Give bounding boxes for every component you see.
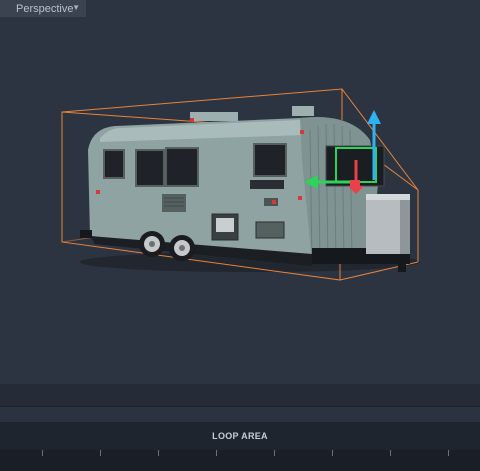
view-mode-label: Perspective [16,2,74,15]
timeline-tick [332,450,333,456]
y-axis-arrow-icon[interactable] [367,110,381,124]
timeline-tick [42,450,43,456]
viewport-bottom-bar [0,384,480,406]
timeline-tick [448,450,449,456]
timeline-tick [158,450,159,456]
loop-area-label: LOOP AREA [212,431,268,441]
timeline-tick [216,450,217,456]
timeline-tick [390,450,391,456]
timeline-tick [100,450,101,456]
caret-down-icon: ▼ [72,3,80,12]
timeline-header [0,406,480,423]
scene-canvas[interactable] [0,0,480,384]
timeline-tick [274,450,275,456]
timeline-ruler[interactable] [0,450,480,471]
3d-viewport[interactable]: Perspective ▼ [0,0,480,384]
loop-area-bar[interactable]: LOOP AREA [0,422,480,450]
view-mode-dropdown[interactable]: Perspective ▼ [0,0,86,17]
